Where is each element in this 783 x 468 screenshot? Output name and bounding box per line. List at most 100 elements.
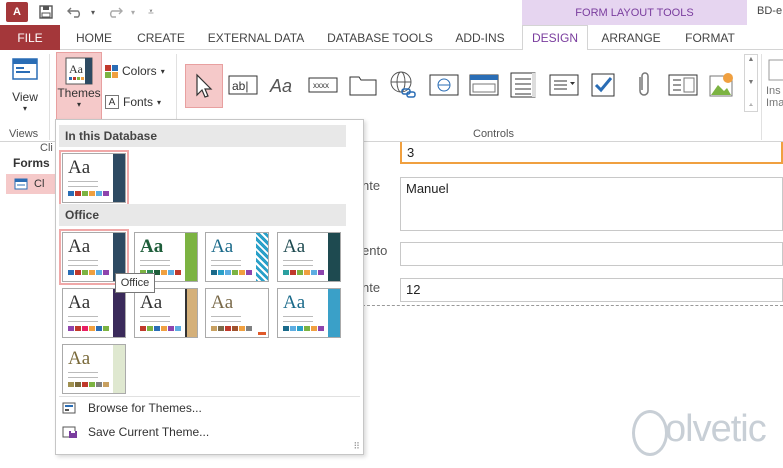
- theme-current-db[interactable]: Aa: [59, 150, 129, 206]
- check-box-control[interactable]: [587, 68, 621, 102]
- navigation-control[interactable]: [467, 68, 501, 102]
- ribbon-separator: [49, 54, 50, 140]
- hyperlink-icon: [390, 71, 416, 98]
- tab-file[interactable]: FILE: [0, 25, 60, 50]
- watermark-text: olvetic: [665, 408, 767, 450]
- theme-retrospect[interactable]: Aa: [205, 288, 269, 338]
- image-control[interactable]: [706, 68, 740, 102]
- tab-format[interactable]: FORMAT: [674, 25, 746, 50]
- theme-ion-boardroom[interactable]: Aa: [277, 232, 341, 282]
- select-pointer-control[interactable]: [185, 64, 223, 108]
- tab-arrange[interactable]: ARRANGE: [596, 25, 666, 50]
- resize-grip-icon[interactable]: ⠿: [353, 441, 360, 452]
- redo-dropdown-icon[interactable]: ▾: [124, 3, 142, 21]
- form-section-border: [362, 305, 783, 306]
- section-office: Office: [59, 204, 346, 226]
- scroll-up-icon[interactable]: ▲: [748, 56, 755, 63]
- undo-dropdown-icon[interactable]: ▾: [84, 3, 102, 21]
- ribbon-separator: [761, 54, 762, 140]
- fonts-button[interactable]: A Fonts ▾: [105, 95, 161, 109]
- form-field-date[interactable]: [400, 242, 783, 266]
- views-group-label: Views: [9, 128, 39, 140]
- tab-create[interactable]: CREATE: [130, 25, 192, 50]
- web-browser-icon: [429, 74, 459, 96]
- save-theme-button[interactable]: Save Current Theme...: [62, 425, 209, 439]
- button-control[interactable]: xxxx: [306, 68, 340, 102]
- theme-organic[interactable]: Aa: [134, 288, 198, 338]
- nav-group-forms[interactable]: Forms: [13, 156, 50, 170]
- check-box-icon: [591, 73, 615, 97]
- controls-scroll[interactable]: ▲ ▼ ⩡: [744, 54, 758, 112]
- theme-accent-mark: [258, 332, 266, 335]
- pointer-icon: [196, 73, 213, 98]
- tab-control-icon: [349, 76, 377, 96]
- scroll-down-icon[interactable]: ▼: [748, 79, 755, 86]
- colors-button[interactable]: Colors ▾: [105, 64, 165, 78]
- form-field-number[interactable]: 12: [400, 278, 783, 302]
- combo-box-icon: [549, 74, 579, 96]
- themes-button[interactable]: Aa Themes ▾: [56, 52, 102, 122]
- save-theme-icon: [62, 426, 77, 438]
- list-box-control[interactable]: [666, 68, 700, 102]
- themes-label: Themes: [57, 86, 101, 100]
- theme-tooltip: Office: [115, 273, 155, 293]
- undo-icon[interactable]: [66, 3, 84, 21]
- theme-slice[interactable]: Aa: [277, 288, 341, 338]
- form-field-name[interactable]: Manuel: [400, 177, 783, 231]
- themes-dropdown-icon: ▾: [76, 100, 81, 109]
- hyperlink-control[interactable]: [386, 68, 420, 102]
- browse-themes-label: Browse for Themes...: [88, 401, 202, 415]
- theme-ion[interactable]: Aa: [62, 288, 126, 338]
- title-bar: A ▾ ▾ ⩡ FORM LAYOUT TOOLS BD-e: [0, 0, 783, 25]
- colors-dropdown-icon: ▾: [160, 66, 165, 76]
- gallery-separator: [59, 396, 360, 397]
- themes-icon: Aa: [65, 57, 93, 85]
- save-theme-label: Save Current Theme...: [88, 425, 210, 439]
- insert-image-icon: [768, 59, 783, 81]
- insert-image-button[interactable]: Ins Ima: [766, 58, 783, 122]
- watermark-logo-icon: [632, 410, 668, 456]
- ribbon-tabs: FILE HOME CREATE EXTERNAL DATA DATABASE …: [0, 25, 783, 51]
- tab-external-data[interactable]: EXTERNAL DATA: [200, 25, 312, 50]
- svg-text:Aa: Aa: [269, 76, 292, 96]
- navigation-icon: [469, 74, 499, 96]
- controls-group-label: Controls: [473, 128, 514, 140]
- section-in-this-database: In this Database: [59, 125, 346, 147]
- colors-icon: [105, 64, 118, 78]
- redo-icon[interactable]: [106, 3, 124, 21]
- textbox-control[interactable]: ab|: [226, 68, 260, 102]
- tab-database-tools[interactable]: DATABASE TOOLS: [322, 25, 438, 50]
- save-icon[interactable]: [37, 3, 55, 21]
- tab-home[interactable]: HOME: [65, 25, 123, 50]
- view-label: View: [12, 90, 38, 104]
- contextual-tab-title: FORM LAYOUT TOOLS: [522, 0, 747, 25]
- document-title: BD-e: [757, 5, 783, 17]
- access-logo-icon: A: [6, 2, 28, 22]
- nav-form-item[interactable]: Cl: [6, 174, 56, 194]
- combo-box-control[interactable]: [547, 68, 581, 102]
- browse-themes-icon: [62, 402, 76, 414]
- theme-wisp[interactable]: Aa: [62, 344, 126, 394]
- fonts-dropdown-icon: ▾: [157, 97, 162, 107]
- tab-add-ins[interactable]: ADD-INS: [446, 25, 514, 50]
- button-icon: xxxx: [308, 77, 338, 93]
- web-browser-control[interactable]: [427, 68, 461, 102]
- nav-top-item[interactable]: Cli: [40, 142, 53, 154]
- label-control[interactable]: Aa: [267, 68, 301, 102]
- option-group-icon: [510, 72, 536, 98]
- browse-themes-button[interactable]: Browse for Themes...: [62, 401, 202, 415]
- tab-control[interactable]: [346, 68, 380, 102]
- list-box-icon: [668, 74, 698, 96]
- customize-qat-icon[interactable]: ⩡: [142, 3, 160, 21]
- view-button[interactable]: View ▾: [6, 56, 44, 124]
- label-icon: Aa: [269, 76, 292, 96]
- theme-integral[interactable]: Aa: [205, 232, 269, 282]
- themes-gallery-dropdown: In this Database Aa Office Aa Aa Aa Aa A…: [55, 119, 364, 455]
- more-controls-icon[interactable]: ⩡: [749, 102, 753, 110]
- colors-label: Colors: [122, 64, 157, 78]
- option-group-control[interactable]: [507, 68, 541, 102]
- attachment-control[interactable]: [627, 68, 661, 102]
- tab-design[interactable]: DESIGN: [522, 25, 588, 51]
- form-field-id[interactable]: 3: [400, 142, 783, 164]
- attachment-icon: [639, 72, 649, 96]
